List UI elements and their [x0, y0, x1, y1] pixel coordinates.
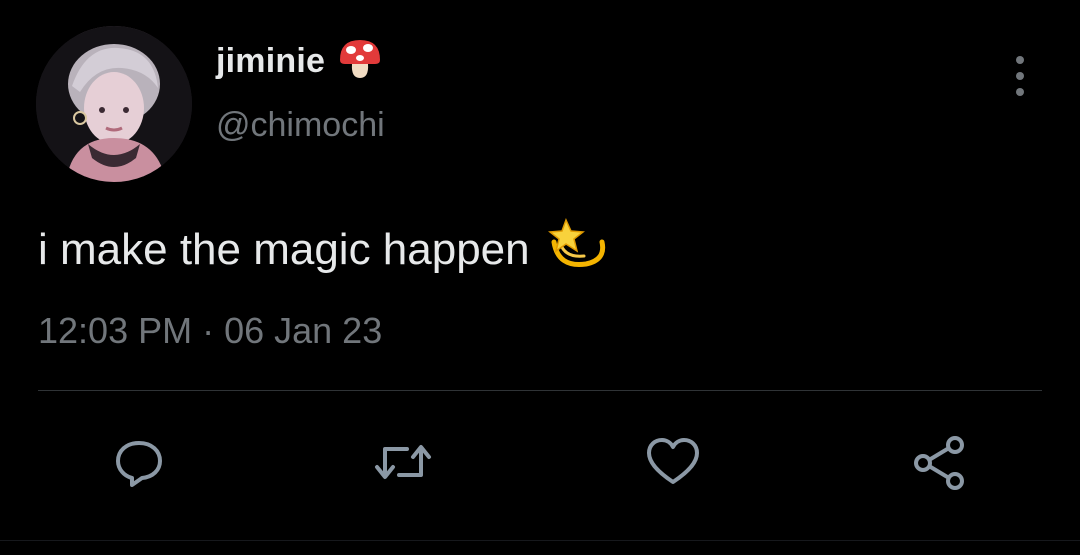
share-icon[interactable] — [910, 432, 970, 492]
tweet-text-row: i make the magic happen — [38, 212, 610, 287]
mushroom-icon — [337, 38, 383, 85]
retweet-icon[interactable] — [373, 432, 433, 492]
tweet-card: jiminie @chimochi i make the magic happe… — [0, 0, 1080, 555]
action-bar — [0, 432, 1080, 492]
user-handle[interactable]: @chimochi — [216, 106, 385, 145]
display-name-row: jiminie — [216, 38, 383, 85]
avatar-image — [36, 26, 192, 182]
more-options-icon[interactable] — [1010, 56, 1030, 96]
like-icon[interactable] — [643, 432, 703, 492]
display-name[interactable]: jiminie — [216, 42, 325, 81]
avatar[interactable] — [36, 26, 192, 182]
bottom-divider — [0, 540, 1080, 541]
divider — [38, 390, 1042, 391]
dizzy-star-icon — [546, 212, 610, 287]
tweet-text: i make the magic happen — [38, 224, 530, 274]
tweet-timestamp[interactable]: 12:03 PM · 06 Jan 23 — [38, 310, 382, 352]
reply-icon[interactable] — [109, 432, 169, 492]
